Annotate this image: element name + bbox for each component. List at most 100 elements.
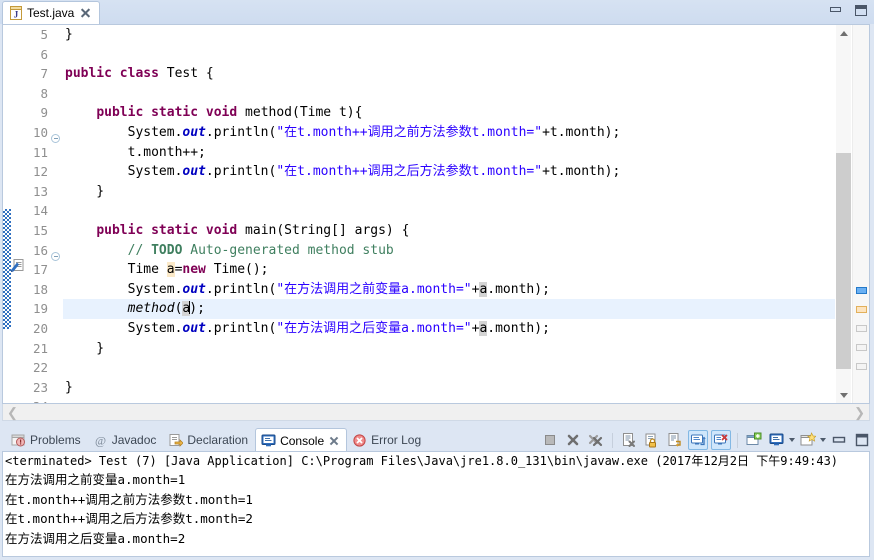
code-line-21: } [65, 340, 105, 356]
maximize-view-button[interactable] [852, 430, 872, 450]
console-output[interactable]: <terminated> Test (7) [Java Application]… [2, 451, 870, 557]
line-number: 8 [40, 85, 48, 101]
console-output-line: 在t.month++调用之前方法参数t.month=1 [5, 491, 253, 507]
fold-marker-line-15[interactable] [51, 252, 60, 261]
code-line-17: Time a=new Time(); [65, 262, 269, 278]
line-number: 16 [32, 242, 48, 258]
minimize-view-button[interactable] [829, 430, 849, 450]
scroll-down-arrow-icon[interactable] [836, 387, 851, 403]
x-gray-icon [565, 432, 581, 448]
view-tab-error-log[interactable]: Error Log [347, 428, 428, 452]
clear-console-icon [621, 432, 637, 448]
pin-console-icon [746, 432, 762, 448]
scroll-up-arrow-icon[interactable] [836, 25, 851, 41]
editor-tab-label: Test.java [27, 6, 75, 20]
view-tab-declaration[interactable]: Declaration [163, 428, 255, 452]
line-number: 17 [32, 262, 48, 278]
overview-ruler-marker[interactable] [856, 344, 867, 351]
scroll-left-arrow-icon[interactable]: ❮ [7, 406, 18, 419]
view-tab-label: Console [280, 433, 325, 448]
vertical-scrollbar-thumb[interactable] [836, 153, 851, 369]
overview-ruler[interactable] [852, 25, 869, 403]
code-line-12: System.out.println("在t.month++调用之后方法参数t.… [65, 164, 621, 180]
show-on-output-icon [690, 432, 706, 448]
console-icon [261, 433, 276, 448]
code-line-7: public class Test { [65, 66, 214, 82]
code-line-20: System.out.println("在方法调用之后变量a.month="+a… [65, 320, 550, 336]
toolbar-separator [612, 432, 613, 448]
remove-all-launches-button[interactable] [586, 430, 606, 450]
word-wrap-button[interactable] [665, 430, 685, 450]
line-number: 18 [32, 281, 48, 297]
overview-ruler-marker[interactable] [856, 325, 867, 332]
code-line-9: public static void method(Time t){ [96, 105, 363, 121]
show-console-on-output-button[interactable] [688, 430, 708, 450]
editor-vertical-scrollbar[interactable] [836, 25, 851, 403]
overview-ruler-marker[interactable] [856, 287, 867, 294]
console-launch-header: <terminated> Test (7) [Java Application]… [5, 454, 839, 468]
editor-horizontal-scrollbar[interactable]: ❮ ❯ [2, 404, 870, 421]
code-text-area[interactable]: } public class Test { public static void… [63, 25, 835, 403]
maximize-icon [854, 433, 870, 447]
minimize-icon[interactable] [828, 4, 843, 17]
view-tab-close-icon[interactable] [329, 436, 339, 446]
svg-text:@: @ [95, 433, 106, 447]
declaration-icon [168, 433, 184, 448]
view-tabs: Problems @ Javadoc Declaration Console E… [0, 426, 428, 452]
scroll-lock-button[interactable] [642, 430, 662, 450]
java-source-editor[interactable]: 5 6 7 8 9 10 11 12 13 14 15 16 17 18 19 20 21 22 23 24 } pu… [2, 24, 870, 404]
javadoc-icon: @ [93, 433, 108, 448]
remove-launch-button[interactable] [563, 430, 583, 450]
show-on-error-icon [713, 432, 729, 448]
editor-tab-test-java[interactable]: J Test.java [2, 1, 101, 24]
line-number: 19 [32, 301, 48, 317]
code-line-18: System.out.println("在方法调用之前变量a.month="+a… [65, 281, 550, 297]
view-tab-problems[interactable]: Problems [6, 428, 88, 452]
display-console-menu-arrow[interactable] [789, 438, 795, 442]
clear-console-button[interactable] [619, 430, 639, 450]
console-view-toolbar [540, 428, 872, 452]
maximize-icon[interactable] [853, 4, 868, 17]
line-number: 21 [32, 340, 48, 356]
open-console-button[interactable] [798, 430, 818, 450]
code-line-11: t.month++; [65, 144, 206, 160]
java-file-icon: J [9, 6, 23, 20]
editor-tab-close-icon[interactable] [80, 8, 91, 19]
view-tab-label: Problems [30, 433, 81, 447]
overview-ruler-marker[interactable] [856, 363, 867, 370]
display-console-icon [769, 432, 785, 448]
view-tab-label: Declaration [187, 433, 249, 447]
line-number: 15 [32, 222, 48, 238]
overview-ruler-marker[interactable] [856, 306, 867, 313]
code-line-15: public static void main(String[] args) { [96, 222, 410, 238]
terminate-button[interactable] [540, 430, 560, 450]
view-tab-console[interactable]: Console [255, 428, 348, 452]
pin-console-button[interactable] [744, 430, 764, 450]
display-selected-console-button[interactable] [767, 430, 787, 450]
line-number: 12 [32, 164, 48, 180]
line-number: 20 [32, 320, 48, 336]
line-number: 9 [40, 105, 48, 121]
line-number: 7 [40, 66, 48, 82]
folding-ruler[interactable] [50, 25, 62, 403]
show-console-on-error-button[interactable] [711, 430, 731, 450]
code-line-23: } [65, 379, 73, 395]
stop-square-icon [542, 432, 558, 448]
line-number: 11 [32, 144, 48, 160]
console-output-line: 在方法调用之前变量a.month=1 [5, 472, 186, 487]
code-line-19: method(a); [63, 299, 835, 319]
open-console-menu-arrow[interactable] [820, 438, 826, 442]
scroll-right-arrow-icon[interactable]: ❯ [854, 406, 865, 419]
line-number: 6 [40, 46, 48, 62]
editor-tab-row: J Test.java [0, 0, 874, 24]
console-output-line: 在t.month++调用之后方法参数t.month=2 [5, 511, 253, 526]
view-tab-javadoc[interactable]: @ Javadoc [88, 428, 164, 452]
minimize-icon [831, 433, 847, 447]
fold-marker-line-9[interactable] [51, 134, 60, 143]
line-number: 5 [40, 27, 48, 42]
view-tab-label: Javadoc [111, 433, 157, 447]
changed-lines-indicator [3, 209, 11, 329]
